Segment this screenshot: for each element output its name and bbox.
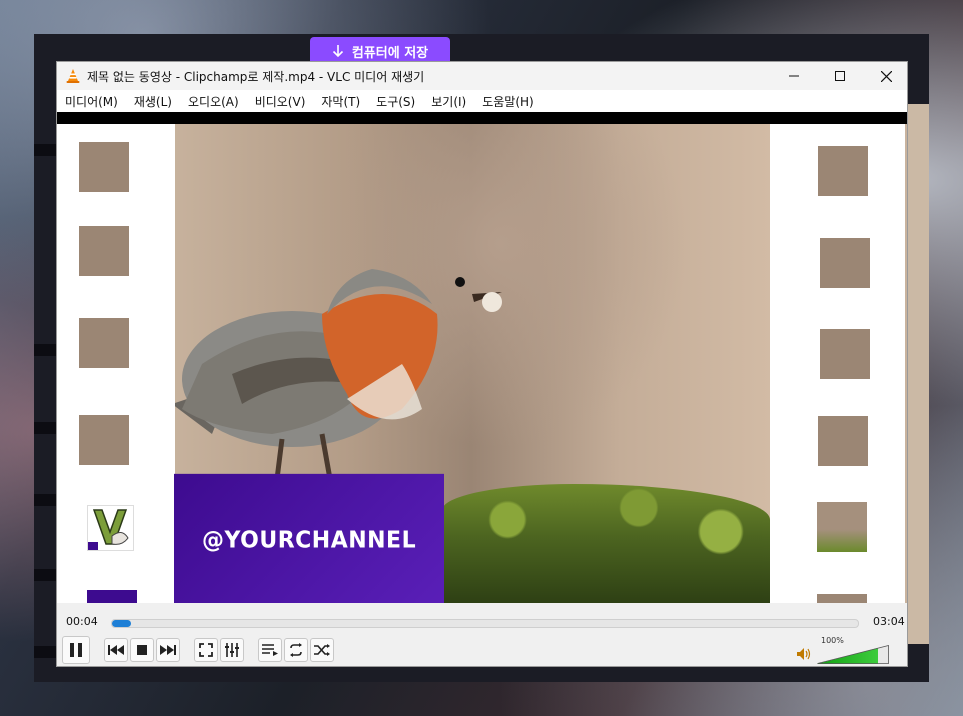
timeline-stripe — [34, 344, 56, 356]
vlc-window: 제목 없는 동영상 - Clipchamp로 제작.mp4 - VLC 미디어 … — [56, 61, 908, 667]
volume-control[interactable]: 100% — [797, 636, 907, 664]
stop-icon — [137, 645, 147, 655]
channel-overlay: @YOURCHANNEL — [174, 473, 444, 603]
menu-subtitle[interactable]: 자막(T) — [313, 93, 368, 110]
volume-percent: 100% — [821, 636, 844, 645]
timeline-stripe — [34, 422, 56, 434]
previous-button[interactable] — [104, 638, 128, 662]
shuffle-icon — [314, 644, 330, 656]
minimize-button[interactable] — [771, 62, 817, 90]
pause-icon — [70, 643, 82, 657]
menu-help[interactable]: 도움말(H) — [474, 93, 542, 110]
video-area[interactable]: @YOURCHANNEL — [57, 112, 907, 603]
speaker-icon — [797, 648, 811, 660]
seek-bar[interactable] — [111, 619, 859, 628]
save-to-computer-label: 컴퓨터에 저장 — [351, 45, 429, 61]
film-frame — [87, 590, 137, 603]
close-icon — [880, 70, 892, 82]
menu-playback[interactable]: 재생(L) — [126, 93, 180, 110]
vlc-cone-icon — [66, 69, 80, 83]
fullscreen-icon — [199, 643, 213, 657]
film-frame — [817, 502, 867, 552]
menu-tools[interactable]: 도구(S) — [368, 93, 423, 110]
volume-slider-outline — [817, 645, 889, 664]
timeline-stripe — [34, 144, 56, 156]
film-frame — [820, 238, 870, 288]
pause-button[interactable] — [62, 636, 90, 664]
film-frame — [818, 416, 868, 466]
loop-button[interactable] — [284, 638, 308, 662]
equalizer-icon — [225, 643, 239, 657]
time-elapsed: 00:04 — [66, 615, 98, 628]
shuffle-button[interactable] — [310, 638, 334, 662]
film-frame — [818, 146, 868, 196]
logo-icon — [88, 506, 133, 550]
channel-handle-text: @YOURCHANNEL — [202, 526, 417, 554]
film-strip-right — [770, 124, 907, 603]
playlist-icon — [262, 644, 278, 656]
video-edge — [905, 124, 907, 603]
timeline-stripe — [34, 494, 56, 506]
film-frame — [79, 318, 129, 368]
robin-bird — [172, 269, 502, 480]
previous-icon — [108, 645, 124, 655]
download-arrow-icon — [332, 45, 343, 58]
title-bar[interactable]: 제목 없는 동영상 - Clipchamp로 제작.mp4 - VLC 미디어 … — [57, 62, 907, 90]
stop-button[interactable] — [130, 638, 154, 662]
menu-view[interactable]: 보기(I) — [423, 93, 474, 110]
timeline-stripe — [34, 569, 56, 581]
extended-settings-button[interactable] — [220, 638, 244, 662]
maximize-button[interactable] — [817, 62, 863, 90]
moss — [442, 484, 770, 603]
menu-media[interactable]: 미디어(M) — [57, 93, 126, 110]
time-total: 03:04 — [873, 615, 905, 628]
timeline-stripe — [34, 646, 56, 658]
minimize-icon — [789, 75, 799, 77]
maximize-icon — [835, 71, 845, 81]
playback-controls: 00:04 03:04 100% — [57, 603, 907, 666]
vlc-logo-thumbnail — [87, 505, 134, 551]
film-frame — [79, 415, 129, 465]
close-button[interactable] — [863, 62, 909, 90]
film-frame — [79, 142, 129, 192]
video-frame: @YOURCHANNEL — [57, 124, 907, 603]
playlist-button[interactable] — [258, 638, 282, 662]
film-frame — [817, 594, 867, 603]
menu-video[interactable]: 비디오(V) — [247, 93, 314, 110]
next-button[interactable] — [156, 638, 180, 662]
loop-icon — [290, 643, 302, 657]
seek-progress — [112, 620, 131, 627]
menu-audio[interactable]: 오디오(A) — [180, 93, 247, 110]
fullscreen-button[interactable] — [194, 638, 218, 662]
next-icon — [160, 645, 176, 655]
film-frame — [820, 329, 870, 379]
film-frame — [79, 226, 129, 276]
window-title: 제목 없는 동영상 - Clipchamp로 제작.mp4 - VLC 미디어 … — [87, 69, 425, 84]
menu-bar: 미디어(M) 재생(L) 오디오(A) 비디오(V) 자막(T) 도구(S) 보… — [57, 90, 907, 112]
